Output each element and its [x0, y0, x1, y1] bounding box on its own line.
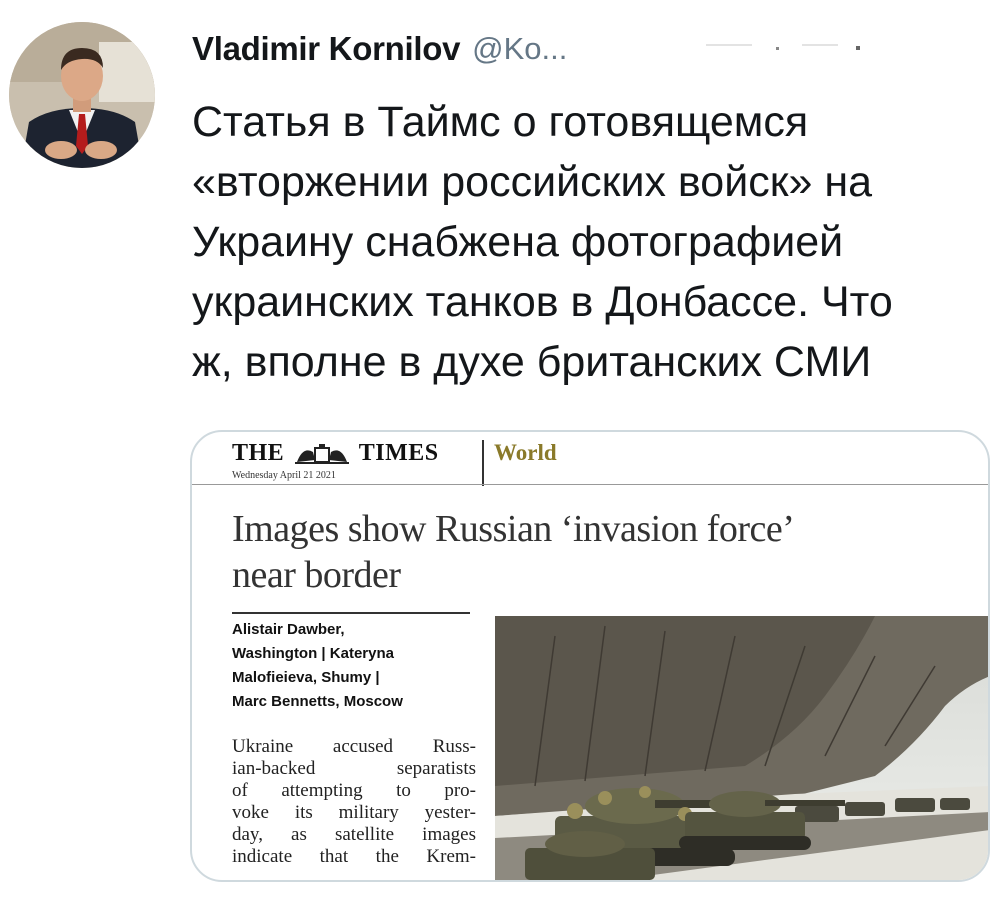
dateline: Wednesday April 21 2021 — [232, 470, 336, 481]
author-name[interactable]: Vladimir Kornilov — [192, 30, 460, 68]
redaction-marks — [706, 44, 860, 50]
body-line: day, as satellite images — [232, 824, 476, 845]
byline-line: Washington | Kateryna — [232, 645, 394, 662]
article-photo — [495, 616, 988, 880]
section-label: World — [494, 440, 557, 465]
tweet-text: Статья в Таймс о готовящемся «вторжении … — [192, 92, 962, 392]
royal-crest-icon — [294, 444, 349, 465]
body-line: Ukraine accused Russ- — [232, 736, 476, 757]
author-avatar[interactable] — [9, 22, 155, 168]
attached-image-card[interactable]: THE TIMES Wednesday April 21 2021 World … — [190, 430, 990, 882]
newspaper-masthead: THE TIMES — [232, 440, 439, 467]
byline-line: Marc Bennetts, Moscow — [232, 693, 403, 710]
tweet-text-line: Статья в Таймс о готовящемся — [192, 98, 809, 146]
headline-line: Images show Russian ‘invasion force’ — [232, 508, 795, 550]
person-in-suit-avatar — [9, 22, 155, 168]
tweet-header: Vladimir Kornilov @Ko... — [192, 24, 567, 74]
author-handle[interactable]: @Ko... — [472, 31, 567, 67]
masthead-times: TIMES — [358, 440, 439, 466]
tweet-text-line: украинских танков в Донбассе. Что — [192, 278, 893, 326]
body-line: indicate that the Krem- — [232, 846, 476, 867]
byline-rule — [232, 612, 470, 614]
body-line: voke its military yester- — [232, 802, 476, 823]
masthead-divider — [482, 440, 484, 486]
article-headline: Images show Russian ‘invasion force’ nea… — [232, 506, 932, 598]
tweet-text-line: «вторжении российских войск» на — [192, 158, 873, 206]
masthead-the: THE — [232, 440, 285, 466]
header-rule — [192, 484, 988, 485]
article-byline: Alistair Dawber, Washington | Kateryna M… — [232, 618, 472, 714]
byline-line: Malofieieva, Shumy | — [232, 669, 380, 686]
tweet-text-line: ж, вполне в духе британских СМИ — [192, 338, 872, 386]
body-line: ian-backed separatists — [232, 758, 476, 779]
tweet-text-line: Украину снабжена фотографией — [192, 218, 844, 266]
body-line: of attempting to pro- — [232, 780, 476, 801]
tanks-on-road-photo — [495, 616, 988, 880]
byline-line: Alistair Dawber, — [232, 621, 345, 638]
article-body: Ukraine accused Russ- ian-backed separat… — [232, 736, 476, 868]
headline-line: near border — [232, 554, 401, 596]
